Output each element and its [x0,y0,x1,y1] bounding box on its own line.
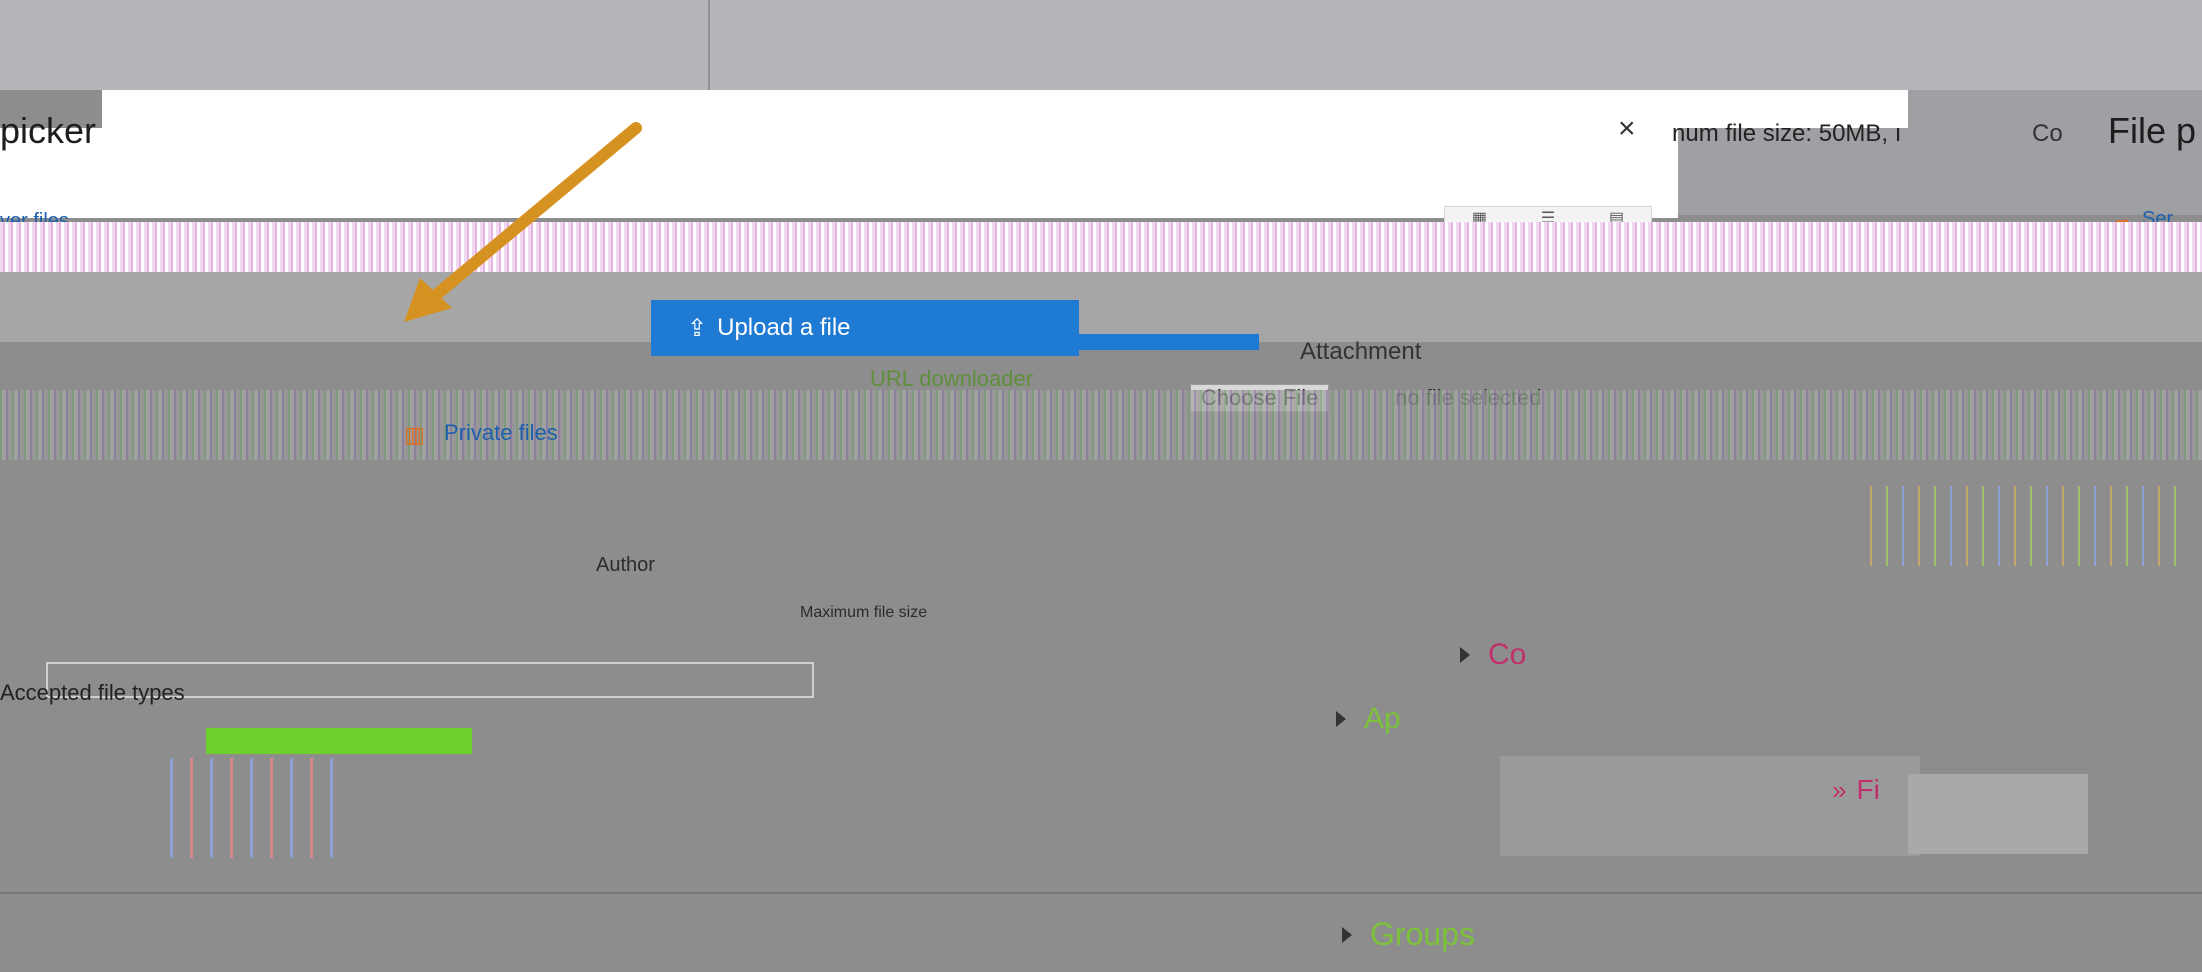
arrow-shaft [424,122,642,306]
annotation-arrow [404,122,642,322]
